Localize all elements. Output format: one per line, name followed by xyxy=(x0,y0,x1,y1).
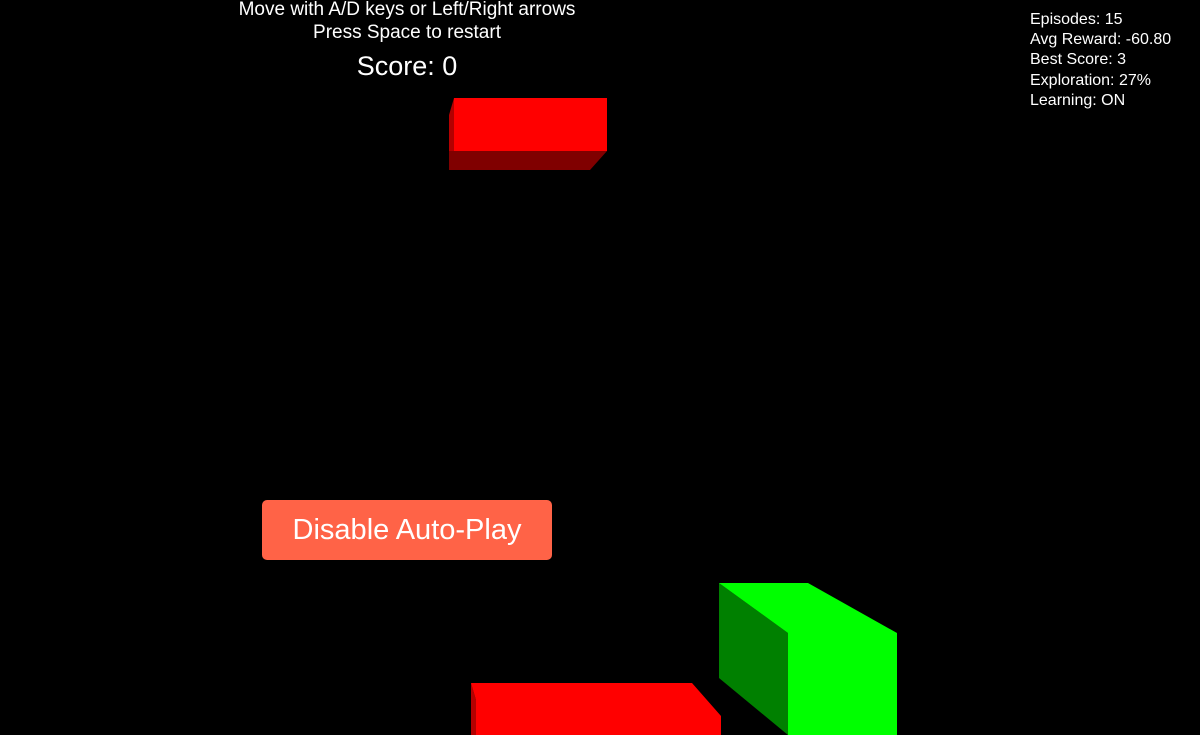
obstacle-far-front-face xyxy=(454,98,607,151)
disable-autoplay-button[interactable]: Disable Auto-Play xyxy=(262,500,552,560)
stat-best-score: Best Score: 3 xyxy=(1030,51,1127,69)
obstacle-near-front-face xyxy=(471,683,721,735)
score-display: Score: 0 xyxy=(356,51,458,81)
player-cube xyxy=(719,583,897,735)
obstacle-far xyxy=(449,98,607,170)
obstacle-near xyxy=(471,683,721,735)
stat-avg-reward: Avg Reward: -60.80 xyxy=(1030,31,1172,49)
instructions-move-text: Move with A/D keys or Left/Right arrows xyxy=(238,0,576,20)
player-cube-front xyxy=(788,633,897,735)
game-canvas[interactable]: Move with A/D keys or Left/Right arrows … xyxy=(0,0,1200,735)
stat-exploration: Exploration: 27% xyxy=(1030,71,1151,89)
game-scene xyxy=(449,98,897,735)
instructions-restart-text: Press Space to restart xyxy=(313,22,501,43)
stats-panel: Episodes: 15 Avg Reward: -60.80 Best Sco… xyxy=(1030,10,1171,111)
stat-learning: Learning: ON xyxy=(1030,91,1126,109)
stat-episodes: Episodes: 15 xyxy=(1030,11,1123,28)
obstacle-far-bottom-side xyxy=(449,151,607,170)
